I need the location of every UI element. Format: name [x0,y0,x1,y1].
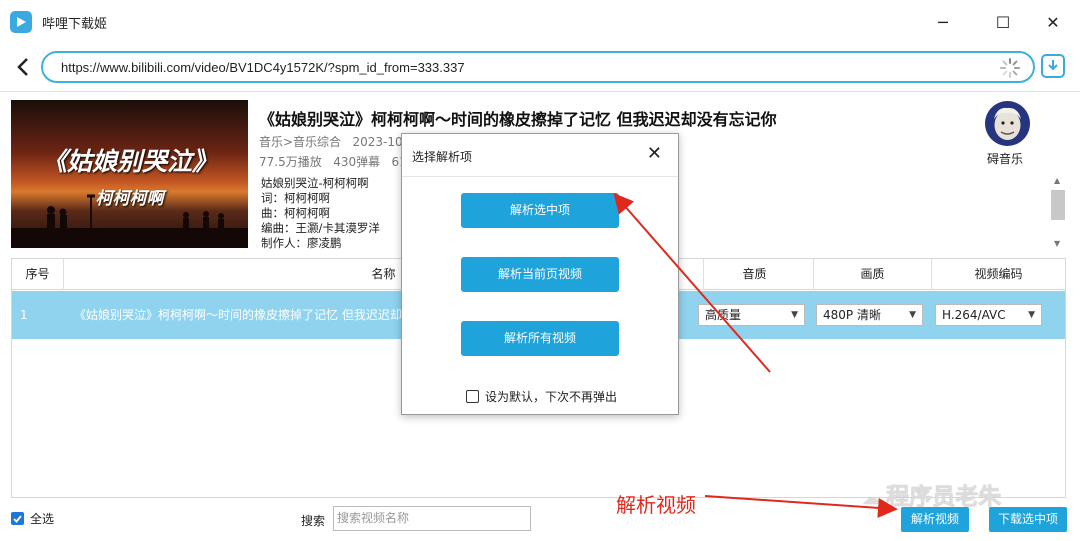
checked-icon[interactable] [11,512,24,525]
chevron-down-icon: ▼ [909,310,916,320]
row-index: 1 [20,308,28,322]
back-arrow-icon[interactable] [12,55,34,79]
select-all-checkbox[interactable]: 全选 [11,510,54,527]
address-bar: https://www.bilibili.com/video/BV1DC4y15… [0,44,1080,90]
parse-current-page-button[interactable]: 解析当前页视频 [461,257,619,292]
minimize-button[interactable]: ─ [930,10,956,34]
close-window-button[interactable]: ✕ [1040,10,1066,34]
dialog-divider [402,176,678,177]
video-description: 姑娘别哭泣-柯柯柯啊 词：柯柯柯啊 曲：柯柯柯啊 编曲：王灏/卡其漠罗洋 制作人… [261,176,380,251]
row-name: 《姑娘别哭泣》柯柯柯啊～时间的橡皮擦掉了记忆 但我迟迟却没 [74,308,404,322]
parse-all-button[interactable]: 解析所有视频 [461,321,619,356]
select-all-label: 全选 [30,512,55,526]
header-quality[interactable]: 音质 [696,259,814,290]
header-codec[interactable]: 视频编码 [932,259,1065,290]
description-line: 词：柯柯柯啊 [261,191,330,205]
codec-select[interactable]: H.264/AVC ▼ [935,304,1042,326]
video-stats: 77.5万播放 430弹幕 612 [259,153,414,170]
url-text: https://www.bilibili.com/video/BV1DC4y15… [61,60,465,75]
search-label: 搜索 [301,514,326,528]
chevron-down-icon: ▼ [791,310,798,320]
play-count: 77.5万播放 [259,155,322,169]
default-option-checkbox[interactable]: 设为默认，下次不再弹出 [466,388,617,405]
video-title: 《姑娘别哭泣》柯柯柯啊～时间的橡皮擦掉了记忆 但我迟迟却没有忘记你 [259,110,777,129]
uploader-avatar[interactable] [985,101,1030,146]
app-logo-icon [10,11,32,33]
annotation-label: 解析视频 [616,493,696,517]
video-date: 2023-10- [352,135,407,149]
description-line: 制作人：廖凌鹏 [261,236,342,250]
checkbox-icon[interactable] [466,390,479,403]
loading-spinner-icon [999,57,1021,79]
dialog-title: 选择解析项 [412,150,473,164]
thumbnail-title: 《姑娘别哭泣》 [41,147,217,176]
search-input[interactable]: 搜索视频名称 [333,506,531,531]
resolution-select[interactable]: 480P 清晰 ▼ [816,304,923,326]
maximize-button[interactable]: ☐ [990,10,1016,34]
parse-selected-button[interactable]: 解析选中项 [461,193,619,228]
chevron-down-icon: ▼ [1028,310,1035,320]
scrollbar-thumb[interactable] [1051,190,1065,220]
description-line: 姑娘别哭泣-柯柯柯啊 [261,176,369,190]
parse-options-dialog: 选择解析项 ✕ 解析选中项 解析当前页视频 解析所有视频 设为默认，下次不再弹出 [401,133,679,415]
resolution-value: 480P 清晰 [823,308,881,322]
description-line: 编曲：王灏/卡其漠罗洋 [261,221,380,235]
default-option-label: 设为默认，下次不再弹出 [485,390,618,404]
app-title: 哔哩下载姬 [42,17,108,32]
danmaku-count: 430弹幕 [333,155,381,169]
video-category-date: 音乐>音乐综合 2023-10- [259,133,407,150]
uploader-name[interactable]: 碍音乐 [987,150,1023,167]
description-line: 曲：柯柯柯啊 [261,206,330,220]
quality-value: 高质量 [705,308,742,322]
video-thumbnail: 《姑娘别哭泣》 柯柯柯啊 [11,100,248,248]
title-bar: 哔哩下载姬 ─ ☐ ✕ [0,0,1080,44]
silhouettes-graphic [11,194,248,248]
header-index[interactable]: 序号 [12,259,64,290]
watermark-text: ☁ 程序员老朱 [862,484,1002,510]
video-category: 音乐>音乐综合 [259,135,342,149]
header-resolution[interactable]: 画质 [814,259,932,290]
quality-select[interactable]: 高质量 ▼ [698,304,805,326]
codec-value: H.264/AVC [942,308,1006,322]
watermark-label: 程序员老朱 [886,484,1002,510]
url-input[interactable]: https://www.bilibili.com/video/BV1DC4y15… [41,51,1035,83]
download-manager-icon[interactable] [1041,54,1065,78]
divider [0,91,1080,92]
dialog-close-icon[interactable]: ✕ [647,143,662,164]
